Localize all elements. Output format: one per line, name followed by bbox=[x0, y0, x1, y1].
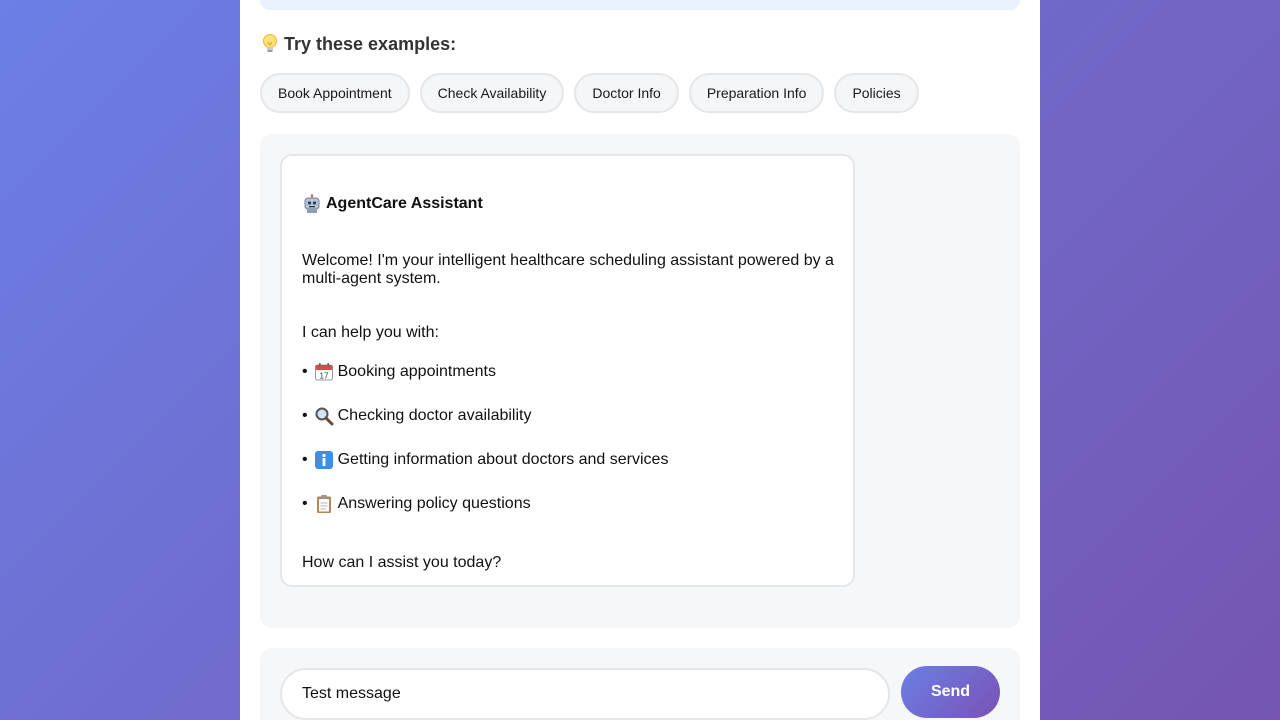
bullet-dot: • bbox=[302, 407, 308, 424]
assistant-title: AgentCare Assistant bbox=[326, 195, 483, 212]
input-area: Send bbox=[260, 648, 1020, 720]
app-container: Try these examples: Book Appointment Che… bbox=[240, 0, 1040, 720]
capability-text: Answering policy questions bbox=[337, 495, 531, 512]
magnifier-icon bbox=[314, 406, 334, 426]
example-chip-book-appointment[interactable]: Book Appointment bbox=[260, 73, 410, 113]
message-input[interactable] bbox=[280, 668, 890, 720]
capability-item: • Checking doctor availability bbox=[302, 406, 531, 426]
examples-title-text: Try these examples: bbox=[284, 33, 457, 54]
example-chip-doctor-info[interactable]: Doctor Info bbox=[574, 73, 679, 113]
bullet-dot: • bbox=[302, 363, 308, 380]
capability-text: Checking doctor availability bbox=[337, 407, 532, 424]
lightbulb-icon bbox=[260, 33, 280, 55]
top-banner bbox=[260, 0, 1020, 10]
example-chip-check-availability[interactable]: Check Availability bbox=[419, 73, 565, 113]
closing-question: How can I assist you today? bbox=[302, 554, 502, 571]
examples-heading: Try these examples: bbox=[260, 33, 456, 55]
help-intro-text: I can help you with: bbox=[302, 324, 439, 341]
capability-text: Getting information about doctors and se… bbox=[337, 451, 669, 468]
examples-row: Book Appointment Check Availability Doct… bbox=[260, 73, 919, 113]
capability-item: • Getting information about doctors and … bbox=[302, 450, 668, 470]
capability-item: • Answering policy questions bbox=[302, 494, 531, 514]
capability-item: • 17 Booking appointments bbox=[302, 362, 496, 382]
send-button[interactable]: Send bbox=[901, 666, 1000, 718]
calendar-icon: 17 bbox=[314, 362, 334, 382]
welcome-text: Welcome! I'm your intelligent healthcare… bbox=[302, 252, 834, 287]
assistant-message: AgentCare Assistant Welcome! I'm your in… bbox=[280, 154, 855, 587]
info-icon bbox=[314, 450, 334, 470]
assistant-name: AgentCare Assistant bbox=[302, 194, 483, 214]
capability-text: Booking appointments bbox=[337, 363, 496, 380]
chat-messages-area[interactable]: AgentCare Assistant Welcome! I'm your in… bbox=[260, 134, 1020, 628]
example-chip-preparation-info[interactable]: Preparation Info bbox=[688, 73, 825, 113]
example-chip-policies[interactable]: Policies bbox=[834, 73, 919, 113]
clipboard-icon bbox=[314, 494, 334, 514]
robot-icon bbox=[302, 194, 322, 214]
bullet-dot: • bbox=[302, 451, 308, 468]
svg-text:17: 17 bbox=[319, 372, 328, 381]
bullet-dot: • bbox=[302, 495, 308, 512]
